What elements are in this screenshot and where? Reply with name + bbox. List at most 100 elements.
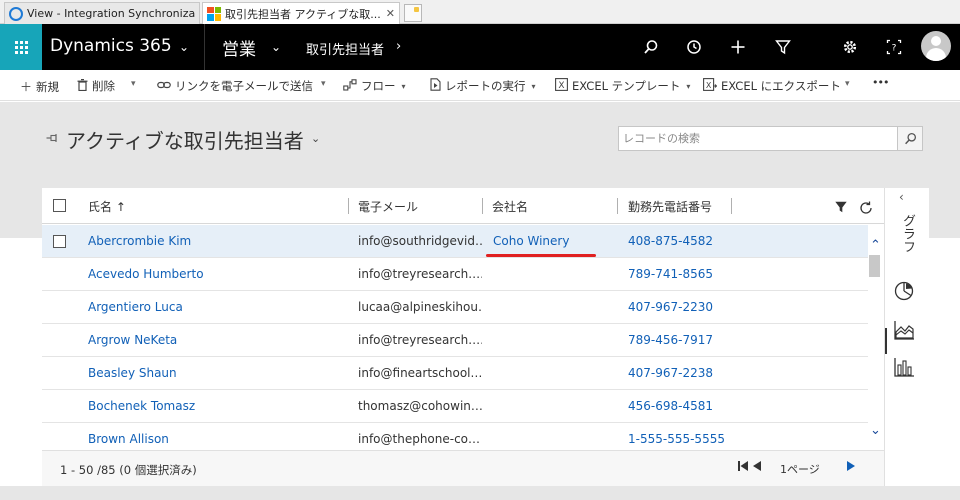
help-icon[interactable]: ? — [882, 35, 906, 59]
app-brand[interactable]: Dynamics 365 — [50, 36, 172, 56]
excel-template-label: EXCEL テンプレート — [572, 79, 681, 93]
new-button[interactable]: ＋ 新規 — [20, 78, 59, 95]
new-tab-button[interactable] — [404, 4, 422, 22]
excel-template-button[interactable]: X EXCEL テンプレート ▾ — [555, 78, 690, 94]
contact-name-link[interactable]: Abercrombie Kim — [88, 234, 191, 248]
app-launcher-button[interactable] — [0, 24, 42, 70]
phone-link[interactable]: 789-741-8565 — [628, 267, 713, 281]
email-cell: info@fineartschool.… — [358, 366, 482, 380]
excel-icon: X — [555, 78, 568, 94]
svg-text:X: X — [706, 81, 712, 90]
next-page-icon[interactable] — [847, 461, 855, 474]
more-commands-button[interactable]: ••• — [872, 76, 889, 89]
flow-icon — [343, 78, 357, 94]
panel-resize-handle[interactable] — [885, 328, 887, 354]
view-title[interactable]: アクティブな取引先担当者 — [66, 125, 304, 154]
row-checkbox[interactable] — [53, 235, 66, 248]
email-cell: info@treyresearch.… — [358, 267, 482, 281]
run-report-label: レポートの実行 — [445, 79, 526, 93]
column-divider[interactable] — [348, 198, 349, 214]
column-header-email[interactable]: 電子メール — [358, 188, 418, 224]
excel-export-label: EXCEL にエクスポート — [721, 79, 841, 93]
column-divider[interactable] — [731, 198, 732, 214]
pie-chart-icon[interactable] — [893, 280, 915, 302]
table-row[interactable]: Brown Allison info@thephone-co… 1-555-55… — [42, 423, 868, 450]
breadcrumb-entity[interactable]: 取引先担当者 — [306, 39, 384, 58]
column-divider[interactable] — [482, 198, 483, 214]
search-button[interactable] — [897, 127, 922, 150]
report-icon — [430, 78, 441, 94]
column-divider[interactable] — [617, 198, 618, 214]
scrollbar-thumb[interactable] — [869, 255, 880, 277]
table-row[interactable]: Bochenek Tomasz thomasz@cohowin… 456-698… — [42, 390, 868, 423]
chart-side-panel: ‹ グラフ — [884, 188, 929, 486]
area-chart-icon[interactable] — [893, 319, 915, 341]
contact-name-link[interactable]: Argrow NeKeta — [88, 333, 177, 347]
chevron-down-icon[interactable]: ⌄ — [179, 40, 189, 54]
company-link[interactable]: Coho Winery — [493, 234, 569, 248]
phone-link[interactable]: 1-555-555-5555 — [628, 432, 725, 446]
new-button-label: 新規 — [36, 79, 60, 94]
column-header-phone[interactable]: 勤務先電話番号 — [628, 188, 712, 224]
refresh-icon[interactable] — [858, 200, 874, 220]
chevron-down-icon[interactable]: ⌄ — [271, 40, 281, 54]
table-row[interactable]: Argentiero Luca lucaa@alpineskihou… 407-… — [42, 291, 868, 324]
email-link-dropdown-chevron-icon[interactable]: ▾ — [321, 79, 326, 89]
scroll-down-icon[interactable]: ⌄ — [870, 423, 881, 438]
settings-icon[interactable] — [838, 35, 862, 59]
close-tab-icon[interactable]: ✕ — [386, 7, 395, 20]
browser-tab-strip: View - Integration Synchroniza... 取引先担当者… — [0, 0, 960, 24]
excel-export-button[interactable]: X EXCEL にエクスポート — [703, 78, 841, 94]
contact-name-link[interactable]: Argentiero Luca — [88, 300, 183, 314]
delete-button[interactable]: 削除 — [77, 78, 115, 94]
microsoft-icon — [207, 6, 221, 21]
column-header-company[interactable]: 会社名 — [492, 188, 528, 224]
table-row[interactable]: Argrow NeKeta info@treyresearch.… 789-45… — [42, 324, 868, 357]
filter-icon[interactable] — [771, 35, 795, 59]
phone-link[interactable]: 789-456-7917 — [628, 333, 713, 347]
export-dropdown-chevron-icon[interactable]: ▾ — [845, 79, 850, 89]
trash-icon — [77, 78, 88, 94]
pin-icon[interactable] — [46, 133, 60, 146]
command-bar: ＋ 新規 削除 ▾ リンクを電子メールで送信 ▾ フロー ▾ レポートの実行 ▾… — [0, 70, 960, 101]
email-link-button[interactable]: リンクを電子メールで送信 — [157, 78, 313, 94]
recent-icon[interactable] — [682, 35, 706, 59]
first-page-icon[interactable] — [738, 461, 748, 474]
flow-button[interactable]: フロー ▾ — [343, 78, 406, 94]
phone-link[interactable]: 407-967-2230 — [628, 300, 713, 314]
browser-tab-title: 取引先担当者 アクティブな取... — [225, 7, 381, 21]
contact-name-link[interactable]: Brown Allison — [88, 432, 169, 446]
previous-page-icon[interactable] — [753, 461, 761, 474]
chevron-left-icon[interactable]: ‹ — [899, 190, 904, 204]
excel-export-icon: X — [703, 78, 718, 94]
contact-name-link[interactable]: Bochenek Tomasz — [88, 399, 195, 413]
chart-tab-label[interactable]: グラフ — [897, 214, 917, 253]
select-all-checkbox[interactable] — [53, 199, 66, 212]
view-selector-chevron-icon[interactable]: ⌄ — [311, 132, 320, 145]
contact-name-link[interactable]: Acevedo Humberto — [88, 267, 204, 281]
browser-tab-integration[interactable]: View - Integration Synchroniza... — [4, 2, 200, 24]
add-icon[interactable] — [726, 35, 750, 59]
phone-link[interactable]: 408-875-4582 — [628, 234, 713, 248]
browser-tab-contacts[interactable]: 取引先担当者 アクティブな取... ✕ — [202, 2, 400, 24]
flow-label: フロー — [361, 79, 396, 93]
phone-link[interactable]: 456-698-4581 — [628, 399, 713, 413]
table-row[interactable]: Beasley Shaun info@fineartschool.… 407-9… — [42, 357, 868, 390]
table-row[interactable]: Abercrombie Kim info@southridgevid… Coho… — [42, 225, 868, 258]
search-input[interactable] — [619, 127, 897, 150]
run-report-button[interactable]: レポートの実行 ▾ — [430, 78, 536, 94]
search-icon[interactable] — [639, 35, 663, 59]
user-avatar[interactable] — [921, 31, 951, 61]
delete-dropdown-chevron-icon[interactable]: ▾ — [131, 79, 136, 89]
table-row[interactable]: Acevedo Humberto info@treyresearch.… 789… — [42, 258, 868, 291]
grid-filter-icon[interactable] — [834, 200, 848, 218]
scroll-up-icon[interactable]: ⌃ — [870, 238, 881, 253]
column-header-name[interactable]: 氏名 ↑ — [88, 188, 126, 224]
contact-name-link[interactable]: Beasley Shaun — [88, 366, 177, 380]
phone-link[interactable]: 407-967-2238 — [628, 366, 713, 380]
chevron-right-icon[interactable]: › — [396, 39, 401, 54]
bar-chart-icon[interactable] — [893, 356, 915, 378]
record-search-box — [618, 126, 923, 151]
ie-icon — [9, 6, 23, 21]
area-selector[interactable]: 営業 — [222, 35, 256, 60]
